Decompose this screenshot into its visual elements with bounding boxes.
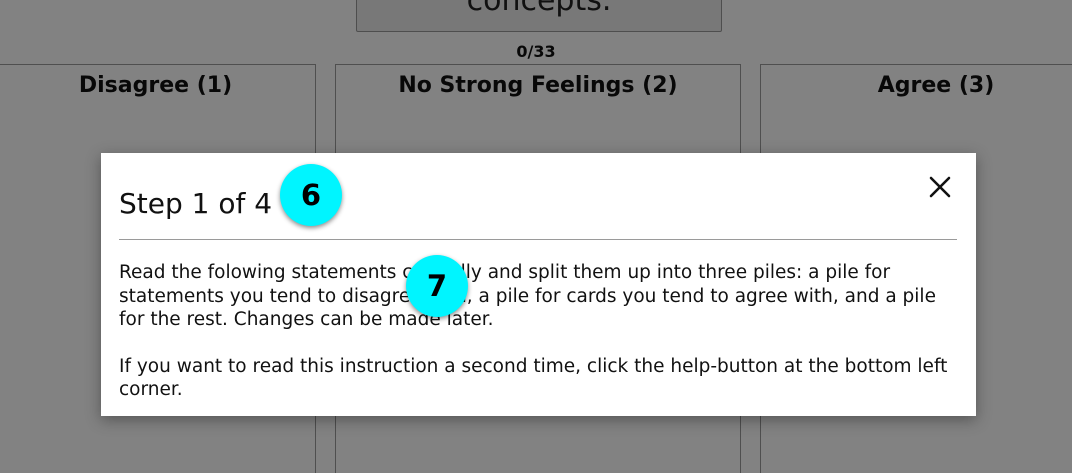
step-marker-6: 6 [280,164,342,226]
close-icon[interactable] [928,175,952,199]
step-marker-7: 7 [406,255,468,317]
page: concepts. 0/33 Disagree (1) No Strong Fe… [0,0,1072,473]
dialog-divider [119,239,957,240]
dialog-paragraph: Read the folowing statements carefully a… [119,262,936,330]
dialog-body: Read the folowing statements carefully a… [119,261,964,402]
instruction-dialog: Step 1 of 4 Read the folowing statements… [101,153,976,416]
dialog-title: Step 1 of 4 [119,187,273,220]
dialog-paragraph: If you want to read this instruction a s… [119,355,948,401]
